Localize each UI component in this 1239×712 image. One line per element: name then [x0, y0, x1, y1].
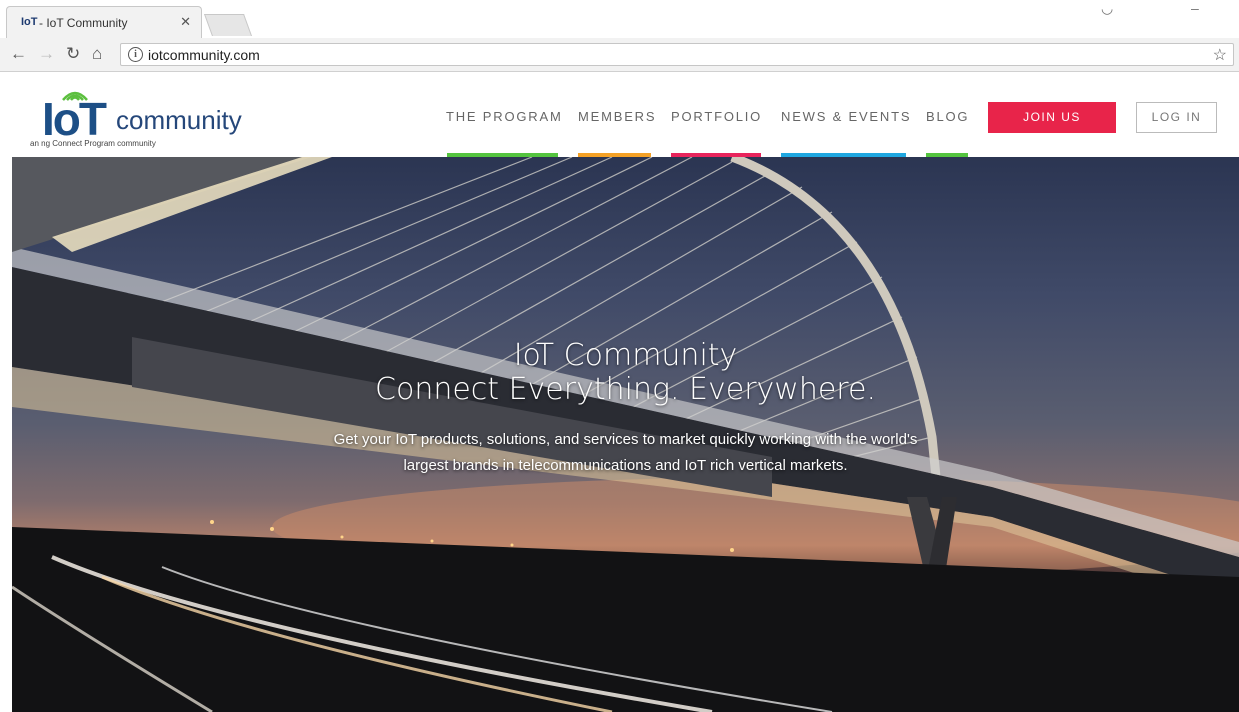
site-header: IoT community an ng Connect Program comm… [0, 72, 1239, 157]
close-icon[interactable]: ✕ [180, 14, 191, 30]
join-us-button[interactable]: JOIN US [988, 102, 1116, 133]
tab-title: - IoT Community [39, 16, 128, 30]
hero-title-line1: IoT Community [513, 338, 738, 373]
hero-subtitle: Get your IoT products, solutions, and se… [12, 427, 1239, 479]
favicon-icon: IoT [21, 16, 38, 28]
window-controls: ◡ – [1099, 0, 1209, 18]
hero-subtitle-line2: largest brands in telecommunications and… [403, 457, 848, 474]
address-bar[interactable]: i iotcommunity.com ☆ [120, 43, 1234, 66]
nav-the-program[interactable]: THE PROGRAM [446, 109, 563, 124]
reload-icon[interactable]: ↻ [66, 45, 80, 63]
log-in-button[interactable]: LOG IN [1136, 102, 1217, 133]
hero-banner: IoT Community Connect Everything. Everyw… [12, 157, 1239, 712]
nav-members[interactable]: MEMBERS [578, 109, 656, 124]
nav-portfolio[interactable]: PORTFOLIO [671, 109, 762, 124]
forward-arrow-icon[interactable]: → [38, 45, 55, 63]
user-icon[interactable]: ◡ [1101, 0, 1113, 17]
nav-blog[interactable]: BLOG [926, 109, 969, 124]
browser-toolbar: ← → ↻ ⌂ i iotcommunity.com ☆ [0, 38, 1239, 72]
info-icon[interactable]: i [128, 47, 143, 62]
tab-strip: IoT - IoT Community ✕ ◡ – [0, 0, 1239, 38]
back-arrow-icon[interactable]: ← [10, 45, 27, 63]
new-tab-button[interactable] [203, 14, 253, 36]
main-nav: THE PROGRAM MEMBERS PORTFOLIO NEWS & EVE… [0, 72, 1239, 157]
browser-tab[interactable]: IoT - IoT Community ✕ [6, 6, 202, 38]
bookmark-star-icon[interactable]: ☆ [1213, 45, 1227, 65]
hero-subtitle-line1: Get your IoT products, solutions, and se… [333, 431, 918, 448]
hero-title: IoT Community Connect Everything. Everyw… [12, 339, 1239, 407]
nav-news-events[interactable]: NEWS & EVENTS [781, 109, 911, 124]
hero-title-line2: Connect Everything. Everywhere. [375, 372, 876, 407]
minimize-icon[interactable]: – [1191, 0, 1199, 16]
url-text[interactable]: iotcommunity.com [148, 47, 260, 63]
home-icon[interactable]: ⌂ [92, 45, 102, 63]
